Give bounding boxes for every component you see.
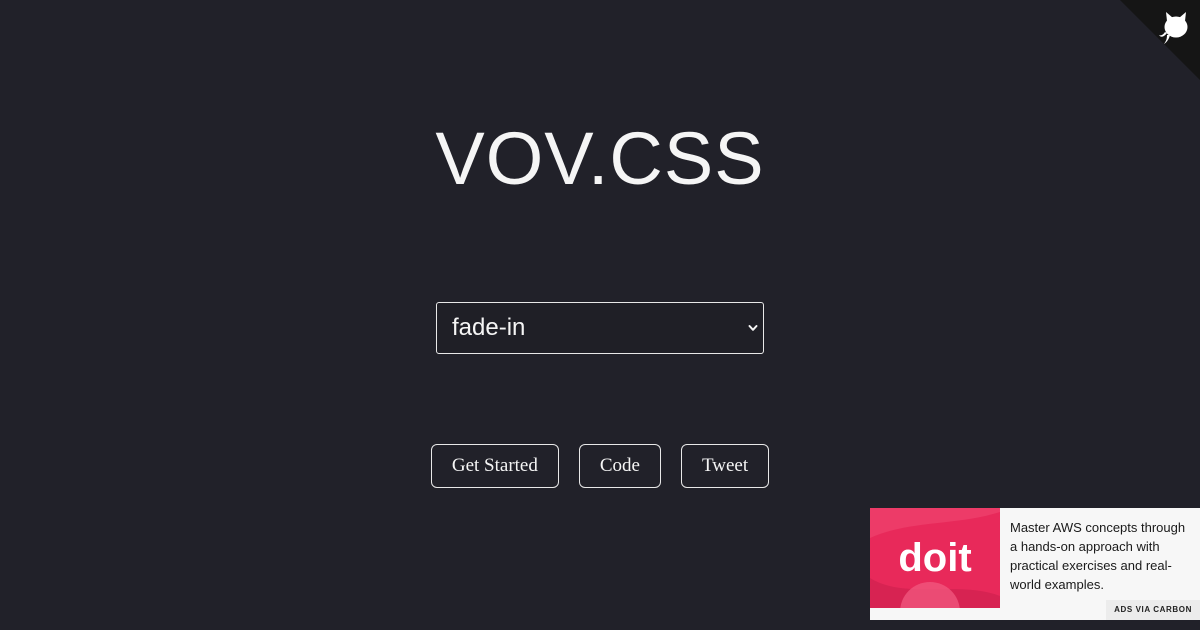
page-title: VOV.CSS bbox=[435, 117, 765, 200]
carbon-ad[interactable]: doit Master AWS concepts through a hands… bbox=[870, 508, 1200, 620]
get-started-button[interactable]: Get Started bbox=[430, 444, 559, 488]
ad-text[interactable]: Master AWS concepts through a hands-on a… bbox=[1010, 518, 1192, 594]
animation-select[interactable]: fade-in bbox=[436, 302, 764, 354]
ad-via-label[interactable]: ads via Carbon bbox=[1106, 600, 1200, 620]
code-button[interactable]: Code bbox=[578, 444, 661, 488]
ad-image[interactable]: doit bbox=[870, 508, 1000, 608]
github-corner-link[interactable] bbox=[1120, 0, 1200, 80]
animation-select-value: fade-in bbox=[452, 314, 526, 341]
chevron-down-icon bbox=[748, 325, 758, 331]
tweet-button[interactable]: Tweet bbox=[680, 444, 770, 488]
ad-logo-text: doit bbox=[898, 536, 971, 580]
action-buttons: Get Started Code Tweet bbox=[0, 444, 1200, 488]
